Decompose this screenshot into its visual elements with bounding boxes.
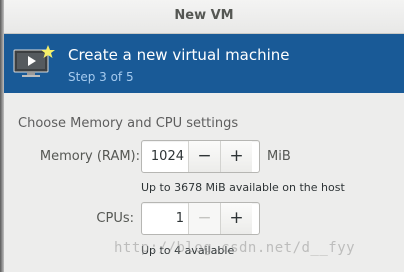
banner-step: Step 3 of 5	[68, 70, 134, 84]
cpus-decrement-button[interactable]: −	[188, 203, 220, 234]
vm-monitor-icon	[13, 45, 55, 77]
memory-value[interactable]: 1024	[142, 141, 188, 172]
cpus-spinbutton: 1 − +	[141, 202, 260, 235]
memory-hint: Up to 3678 MiB available on the host	[141, 181, 345, 194]
cpus-increment-button[interactable]: +	[220, 203, 252, 234]
cpus-hint: Up to 4 available	[141, 244, 235, 257]
cpus-label: CPUs:	[96, 211, 134, 226]
memory-increment-button[interactable]: +	[220, 141, 252, 172]
memory-unit: MiB	[267, 149, 291, 164]
banner-title: Create a new virtual machine	[68, 46, 290, 64]
memory-decrement-button[interactable]: −	[188, 141, 220, 172]
dialog-title: New VM	[174, 8, 234, 23]
wizard-banner: Create a new virtual machine Step 3 of 5	[4, 34, 404, 93]
section-label: Choose Memory and CPU settings	[18, 116, 239, 131]
memory-label: Memory (RAM):	[39, 149, 140, 164]
memory-spinbutton: 1024 − +	[141, 140, 260, 173]
new-vm-dialog: New VM Create a new virtual machine Step…	[4, 0, 404, 272]
cpus-value[interactable]: 1	[142, 203, 188, 234]
dialog-titlebar[interactable]: New VM	[4, 0, 404, 34]
